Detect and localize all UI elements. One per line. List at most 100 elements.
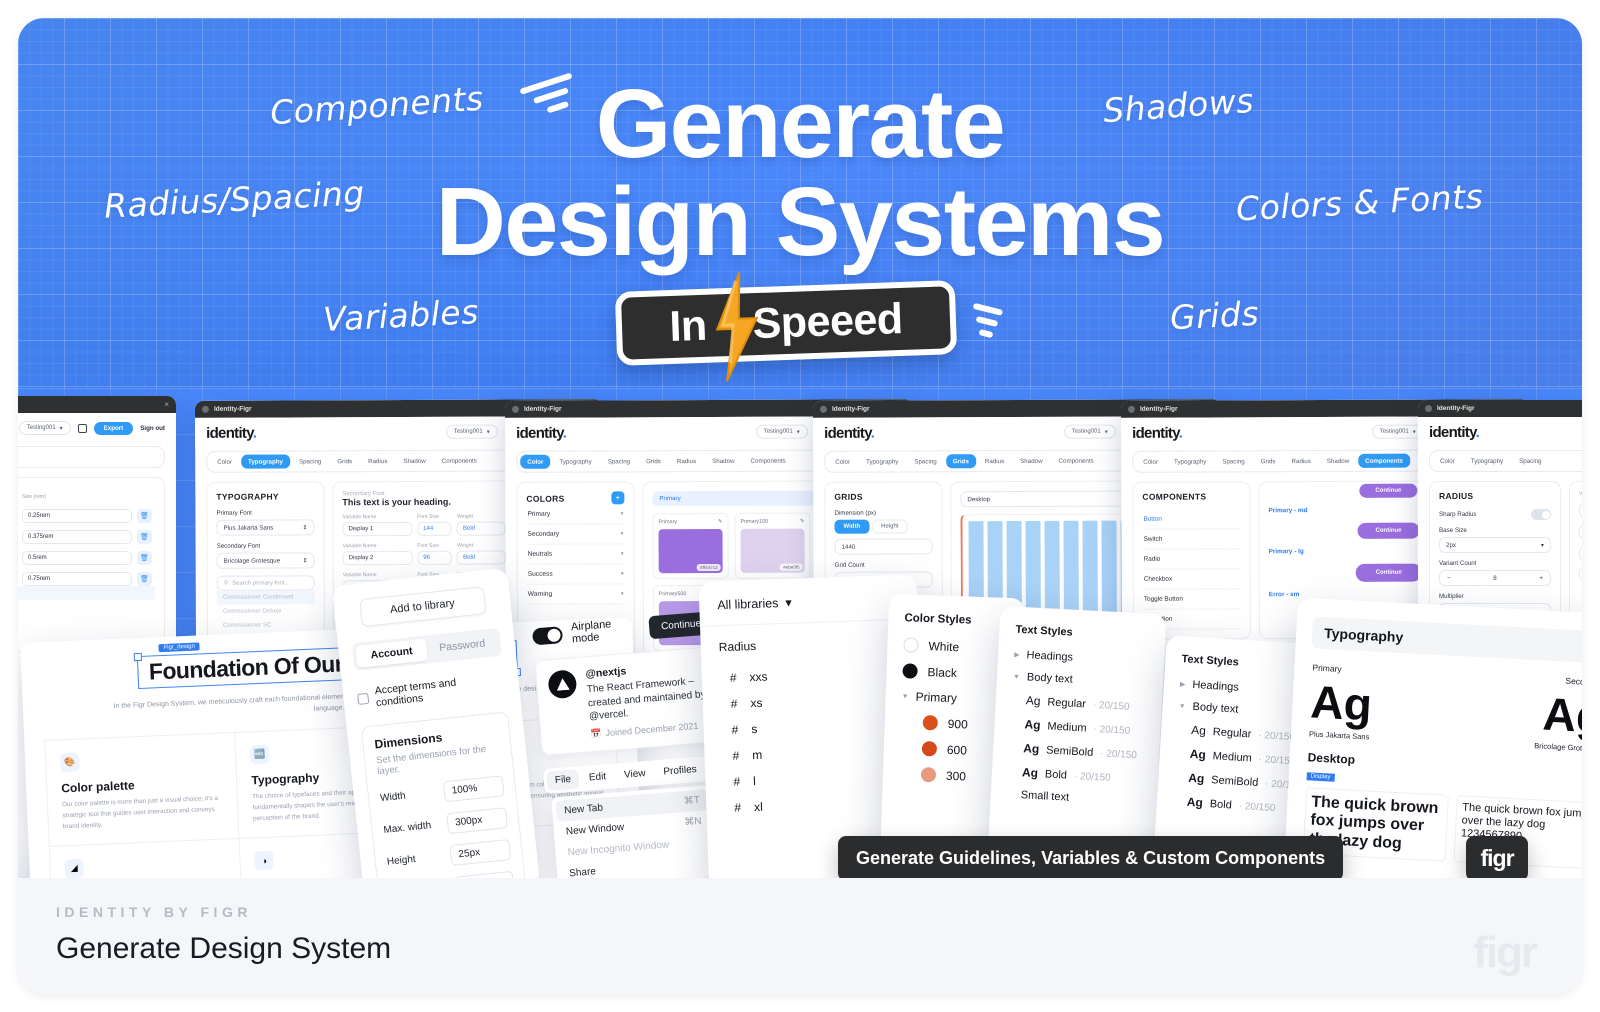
tab-radius[interactable]: Radius: [361, 454, 394, 468]
tab-shadow[interactable]: Shadow: [705, 454, 741, 468]
preview-button[interactable]: Continue: [1355, 563, 1422, 582]
tab-color[interactable]: Color: [828, 455, 857, 469]
secondary-font-select[interactable]: Bricolage Grotesque ⇕: [216, 552, 315, 569]
font-option[interactable]: Commissioner Deluxe: [217, 604, 315, 618]
width-input[interactable]: 1440: [834, 538, 933, 555]
menu-view[interactable]: View: [615, 763, 654, 785]
swatch-card[interactable]: Primary ✎ #8547c2: [652, 512, 729, 580]
component-item-radio[interactable]: Radio: [1142, 549, 1241, 570]
edit-icon[interactable]: ✎: [800, 519, 805, 525]
tab-typography[interactable]: Typography: [1167, 454, 1213, 468]
component-item-button[interactable]: Button: [1142, 509, 1241, 530]
delete-icon[interactable]: 🗑: [137, 572, 152, 586]
tab-components[interactable]: Components: [18, 450, 24, 464]
checkbox-icon[interactable]: [357, 692, 370, 705]
tab-spacing[interactable]: Spacing: [1215, 454, 1251, 468]
tab-spacing[interactable]: Spacing: [1512, 454, 1548, 468]
tab-grids[interactable]: Grids: [330, 454, 359, 468]
color-shade-900[interactable]: 900: [922, 714, 1005, 733]
radius-variable-row[interactable]: [1579, 567, 1582, 581]
variant-count-stepper[interactable]: − 8 +: [1439, 570, 1551, 586]
variable-row[interactable]: # xl: [724, 789, 907, 821]
text-style-medium[interactable]: Ag Medium · 20/150: [1010, 717, 1145, 738]
menu-edit[interactable]: Edit: [580, 766, 615, 788]
menu-file[interactable]: File: [546, 768, 580, 791]
tab-typography[interactable]: Typography: [1464, 454, 1510, 468]
tab-grids[interactable]: Grids: [639, 454, 668, 468]
spacing-option-selected[interactable]: 6px: [18, 614, 155, 628]
text-style-semibold[interactable]: Ag SemiBold · 20/150: [1009, 741, 1144, 762]
height-input[interactable]: 25px: [449, 838, 512, 867]
color-style-group-primary[interactable]: ▼ Primary: [901, 689, 1005, 707]
seg-height[interactable]: Height: [872, 519, 908, 534]
variable-name-input[interactable]: Display 1: [342, 521, 413, 537]
text-group-small[interactable]: Small text: [1007, 788, 1141, 807]
preview-button[interactable]: Continue: [1359, 483, 1418, 498]
tab-shadow[interactable]: Shadow: [1013, 454, 1049, 468]
color-style-black[interactable]: Black: [902, 663, 1006, 682]
project-select[interactable]: Testing001 ▾: [1371, 424, 1424, 439]
color-group-secondary[interactable]: Secondary ▾: [526, 524, 625, 545]
radius-variable-row[interactable]: [1579, 504, 1582, 518]
menu-profiles[interactable]: Profiles: [655, 759, 706, 782]
spacing-option[interactable]: 4px: [18, 600, 155, 614]
tab-shadow[interactable]: Shadow: [1320, 454, 1356, 468]
terms-checkbox-row[interactable]: Accept terms and conditions: [356, 672, 506, 711]
color-group-warning[interactable]: Warning ▾: [526, 584, 625, 605]
tab-color[interactable]: Color: [520, 454, 551, 469]
tab-account[interactable]: Account: [355, 638, 429, 668]
primary-font-select[interactable]: Plus Jakarta Sans ⇕: [216, 519, 315, 536]
text-group-body[interactable]: ▼ Body text: [1013, 671, 1147, 690]
tab-radius[interactable]: Radius: [670, 454, 703, 468]
tab-radius[interactable]: Radius: [1285, 454, 1318, 468]
tab-typography[interactable]: Typography: [240, 454, 291, 469]
spacing-option[interactable]: 2px: [18, 586, 155, 600]
radius-variable-row[interactable]: [1579, 546, 1582, 560]
tab-color[interactable]: Color: [210, 455, 239, 469]
tab-password[interactable]: Password: [426, 631, 499, 660]
radius-variable-row[interactable]: [1579, 525, 1582, 539]
minus-icon[interactable]: −: [1447, 575, 1451, 582]
base-size-select[interactable]: 2px ▾: [1439, 537, 1551, 553]
tab-typography[interactable]: Typography: [859, 454, 905, 468]
text-group-headings[interactable]: ▶ Headings: [1014, 649, 1148, 668]
text-style-bold[interactable]: Ag Bold · 20/150: [1008, 764, 1143, 785]
delete-icon[interactable]: 🗑: [137, 530, 152, 544]
seg-width[interactable]: Width: [834, 519, 870, 534]
preview-button[interactable]: Continue: [1357, 522, 1420, 539]
font-size-input[interactable]: 144: [417, 521, 453, 536]
variable-name-input[interactable]: Display 2: [342, 550, 413, 566]
text-style-regular[interactable]: Ag Regular · 20/150: [1011, 693, 1146, 714]
color-shade-600[interactable]: 600: [921, 740, 1004, 759]
tab-components[interactable]: Components: [1358, 453, 1411, 468]
delete-icon[interactable]: 🗑: [137, 551, 152, 565]
tab-spacing[interactable]: Spacing: [601, 454, 637, 468]
sharp-radius-toggle[interactable]: [1531, 509, 1551, 520]
project-select[interactable]: Testing001 ▾: [1063, 424, 1116, 439]
tab-components[interactable]: Components: [435, 454, 484, 468]
weight-select[interactable]: Bold: [457, 550, 506, 565]
color-style-white[interactable]: White: [903, 637, 1007, 656]
export-button[interactable]: Export: [93, 421, 134, 435]
library-selector[interactable]: All libraries ▾: [698, 574, 918, 627]
component-item-checkbox[interactable]: Checkbox: [1142, 569, 1241, 590]
tab-grids[interactable]: Grids: [1254, 454, 1283, 468]
component-item-toggle[interactable]: Toggle Button: [1142, 589, 1241, 610]
tab-typography[interactable]: Typography: [552, 454, 598, 468]
tab-color[interactable]: Color: [1433, 454, 1462, 468]
delete-icon[interactable]: 🗑: [137, 509, 152, 523]
color-group-neutrals[interactable]: Neutrals ▾: [526, 544, 625, 565]
project-select[interactable]: Testing001 ▾: [18, 421, 71, 435]
swatch-card[interactable]: Primary100 ✎ #ebe0f5: [734, 512, 811, 579]
plus-icon[interactable]: +: [1539, 575, 1543, 582]
font-search-input[interactable]: ⚲ Search primary font..: [216, 575, 315, 591]
add-color-button[interactable]: +: [611, 491, 625, 505]
tab-shadow[interactable]: Shadow: [396, 454, 432, 468]
tab-spacing[interactable]: Spacing: [907, 454, 943, 468]
weight-select[interactable]: Bold: [456, 521, 506, 536]
max-width-input[interactable]: 300px: [446, 807, 509, 835]
project-select[interactable]: Testing001 ▾: [445, 424, 498, 439]
width-input[interactable]: 100%: [442, 775, 505, 803]
add-to-library-button[interactable]: Add to library: [358, 586, 487, 628]
color-group-success[interactable]: Success ▾: [526, 564, 625, 585]
